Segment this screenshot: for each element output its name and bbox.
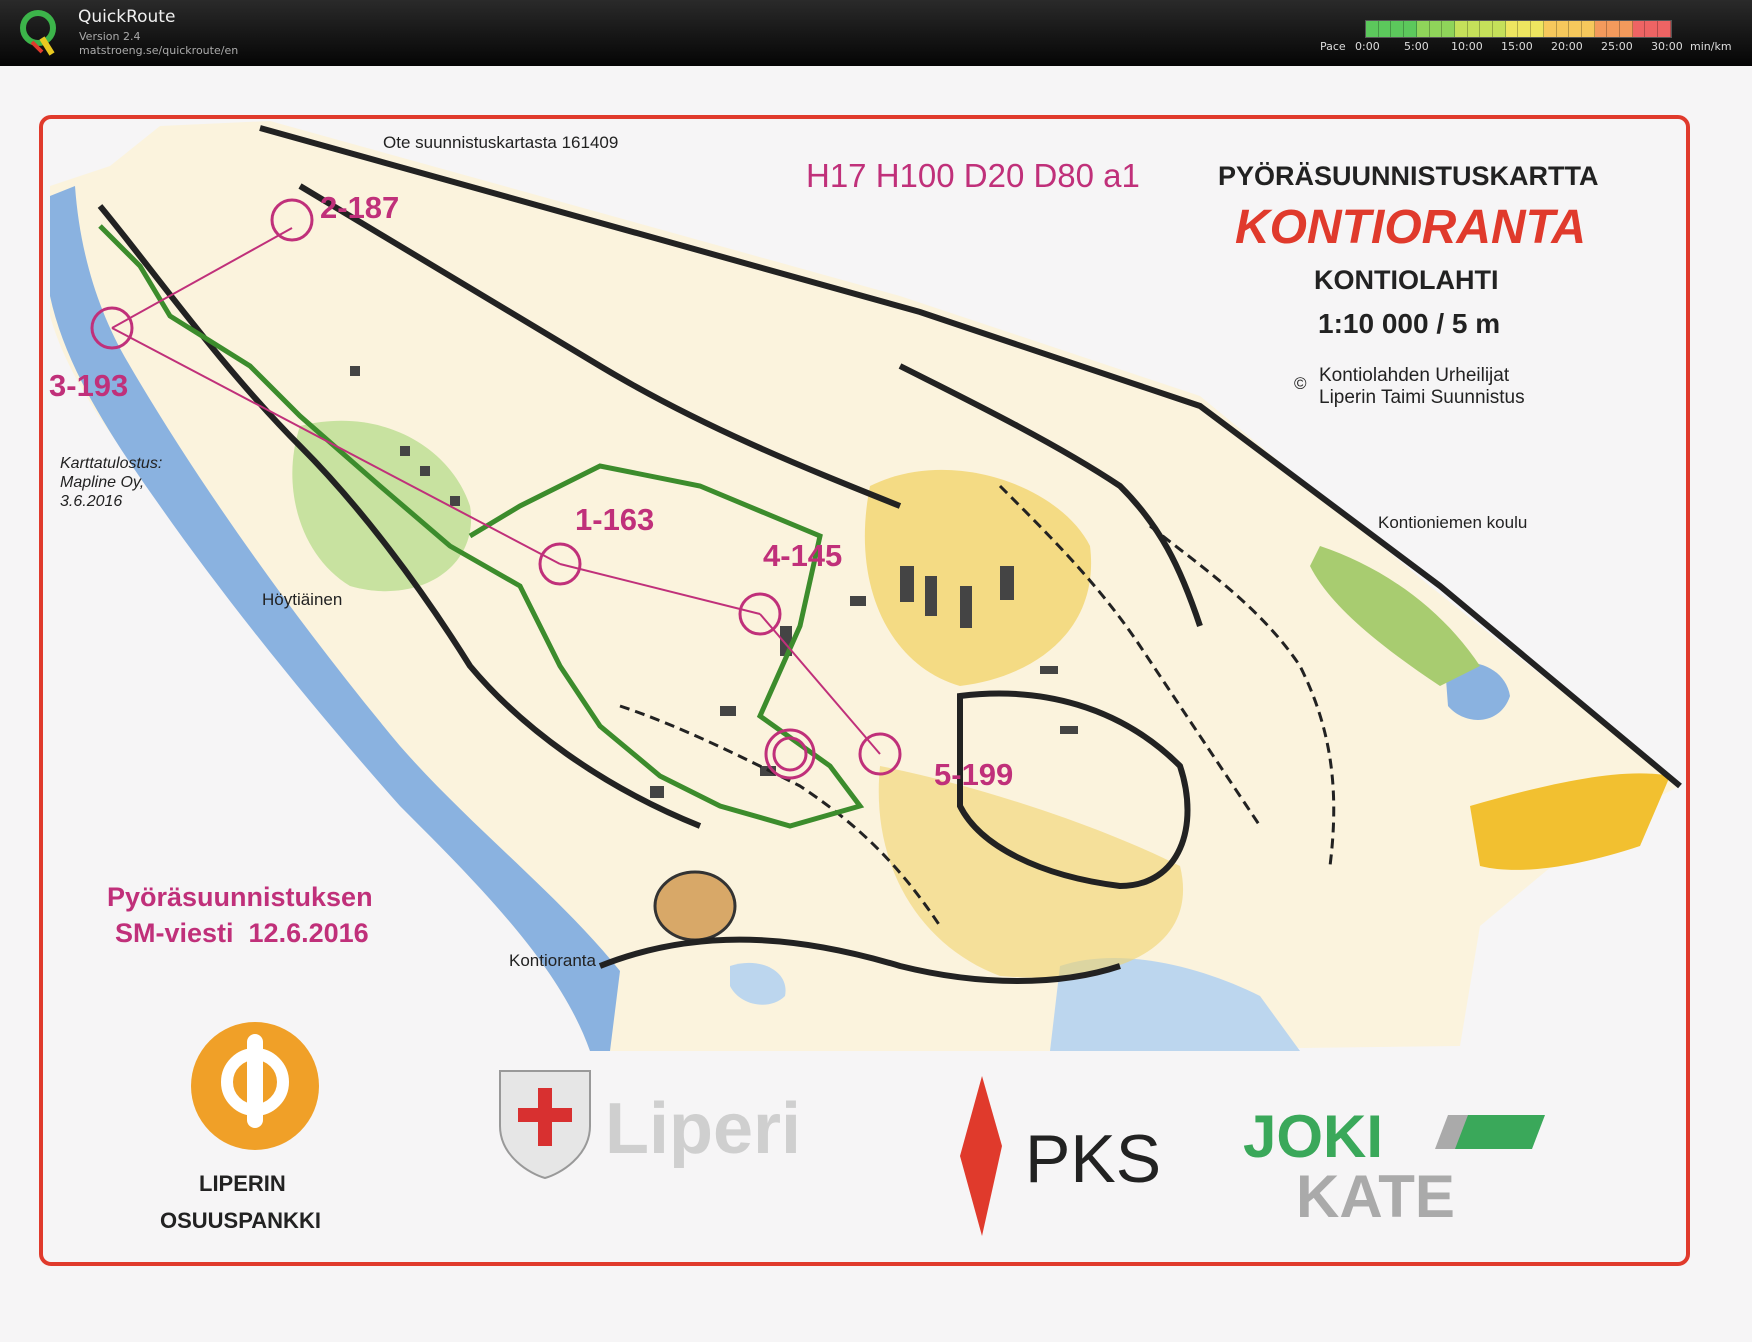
pace-color-cell [1518, 21, 1532, 37]
pks-logo-mark [960, 1076, 1002, 1236]
pace-unit: min/km [1690, 40, 1732, 53]
orienteering-map[interactable] [0, 66, 1752, 1342]
control-label: 1-163 [575, 502, 655, 537]
pace-color-cell [1607, 21, 1621, 37]
copyright-line-2: Liperin Taimi Suunnistus [1319, 387, 1525, 408]
pace-scale-labels: Pace 0:00 5:00 10:00 15:00 20:00 25:00 3… [1320, 40, 1750, 56]
pace-color-cell [1620, 21, 1633, 37]
pace-color-cell [1569, 21, 1582, 37]
sports-track [653, 870, 737, 942]
pace-color-cell [1505, 21, 1519, 37]
app-header: QuickRoute Version 2.4 matstroeng.se/qui… [0, 0, 1752, 66]
pace-color-cell [1658, 21, 1671, 37]
pace-tick: 25:00 [1601, 40, 1633, 53]
sponsor-op-line-2: OSUUSPANKKI [160, 1208, 321, 1233]
pace-tick: 15:00 [1501, 40, 1533, 53]
app-version: Version 2.4 [79, 30, 141, 43]
pace-tick: 20:00 [1551, 40, 1583, 53]
event-line-2: SM-viesti 12.6.2016 [115, 918, 369, 948]
pace-color-cell [1391, 21, 1405, 37]
op-logo-stem [247, 1034, 263, 1128]
course-classes: H17 H100 D20 D80 a1 [806, 157, 1140, 194]
event-line-1: Pyöräsuunnistuksen [107, 882, 373, 912]
pace-color-cell [1632, 21, 1646, 37]
pace-color-cell [1581, 21, 1595, 37]
pace-color-cell [1556, 21, 1570, 37]
pace-color-cell [1543, 21, 1557, 37]
print-info-2: Mapline Oy, [60, 474, 145, 491]
print-info-1: Karttatulostus: [60, 455, 163, 472]
sponsor-kate: KATE [1296, 1163, 1455, 1230]
map-municipality: KONTIOLAHTI [1314, 265, 1499, 295]
place-lake: Höytiäinen [262, 590, 343, 609]
print-info-3: 3.6.2016 [60, 493, 123, 510]
map-scale: 1:10 000 / 5 m [1318, 308, 1501, 339]
pace-color-cell [1378, 21, 1392, 37]
pace-color-cell [1404, 21, 1417, 37]
pace-color-cell [1429, 21, 1443, 37]
sponsor-joki: JOKI [1243, 1103, 1384, 1170]
control-label: 2-187 [320, 190, 400, 225]
copyright-line-1: Kontiolahden Urheilijat [1319, 365, 1510, 386]
pace-tick: 10:00 [1451, 40, 1483, 53]
pace-color-cell [1594, 21, 1608, 37]
pace-color-cell [1467, 21, 1481, 37]
map-extract-note: Ote suunnistuskartasta 161409 [383, 133, 619, 152]
pace-tick: 0:00 [1355, 40, 1380, 53]
control-label: 3-193 [49, 368, 129, 403]
pace-color-cell [1366, 21, 1379, 37]
pace-label: Pace [1320, 40, 1346, 53]
sponsor-pks: PKS [1025, 1121, 1162, 1197]
pace-color-cell [1454, 21, 1468, 37]
pace-tick: 30:00 [1651, 40, 1683, 53]
place-school: Kontioniemen koulu [1378, 513, 1528, 532]
place-village: Kontioranta [509, 951, 596, 970]
app-url[interactable]: matstroeng.se/quickroute/en [79, 44, 238, 57]
pace-color-cell [1493, 21, 1506, 37]
pace-color-cell [1442, 21, 1455, 37]
pace-color-cell [1416, 21, 1430, 37]
pace-color-cell [1645, 21, 1659, 37]
sponsor-liperi: Liperi [605, 1089, 802, 1169]
sponsor-op-line-1: LIPERIN [199, 1171, 286, 1196]
control-label: 5-199 [934, 757, 1014, 792]
pace-color-cell [1531, 21, 1544, 37]
copyright-icon: © [1294, 374, 1307, 393]
control-label: 4-145 [763, 538, 843, 573]
map-type: PYÖRÄSUUNNISTUSKARTTA [1218, 161, 1599, 191]
pace-tick: 5:00 [1404, 40, 1429, 53]
pace-color-scale [1365, 20, 1672, 38]
app-name: QuickRoute [78, 7, 176, 27]
map-title: KONTIORANTA [1235, 201, 1587, 254]
pace-color-cell [1480, 21, 1494, 37]
quickroute-logo-icon [20, 10, 56, 56]
